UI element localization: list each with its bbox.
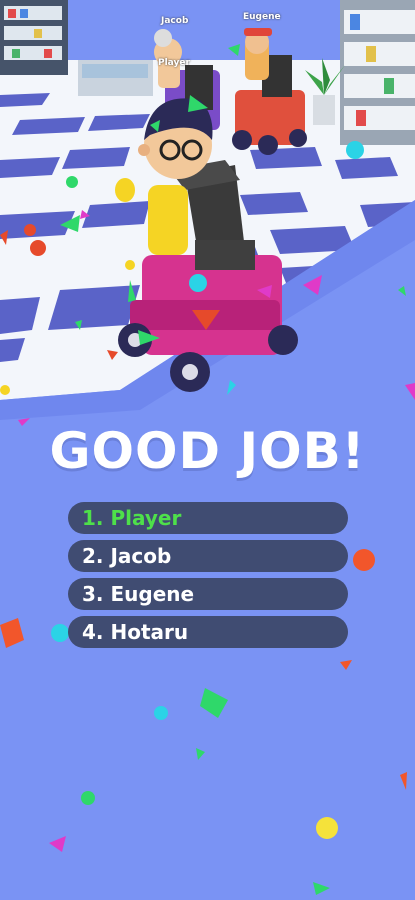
cart-eugene xyxy=(232,28,307,155)
name-tag-player: Player xyxy=(158,58,190,68)
leaderboard: 1. Player 2. Jacob 3. Eugene 4. Hotaru xyxy=(68,502,348,654)
leaderboard-row-2: 2. Jacob xyxy=(68,540,348,572)
store-shelf-right xyxy=(340,0,415,145)
good-job-title: GOOD JOB! xyxy=(49,422,366,480)
name-tag-jacob: Jacob xyxy=(161,16,189,26)
store-shelf-left xyxy=(0,0,68,75)
leaderboard-row-1: 1. Player xyxy=(68,502,348,534)
name-tag-eugene: Eugene xyxy=(243,12,281,22)
leaderboard-row-3: 3. Eugene xyxy=(68,578,348,610)
store-freezer xyxy=(78,60,153,96)
leaderboard-row-4: 4. Hotaru xyxy=(68,616,348,648)
